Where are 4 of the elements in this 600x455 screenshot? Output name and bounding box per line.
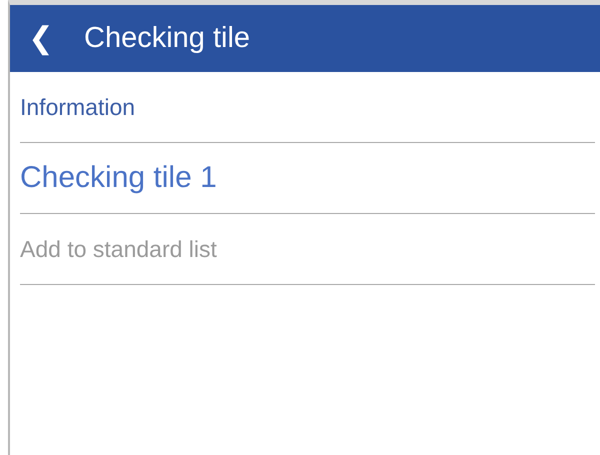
list-item[interactable]: Checking tile 1 bbox=[20, 161, 217, 195]
section-label: Information bbox=[20, 94, 136, 120]
screen-title: Checking tile bbox=[84, 22, 250, 55]
back-button[interactable]: ❮ bbox=[26, 21, 56, 56]
